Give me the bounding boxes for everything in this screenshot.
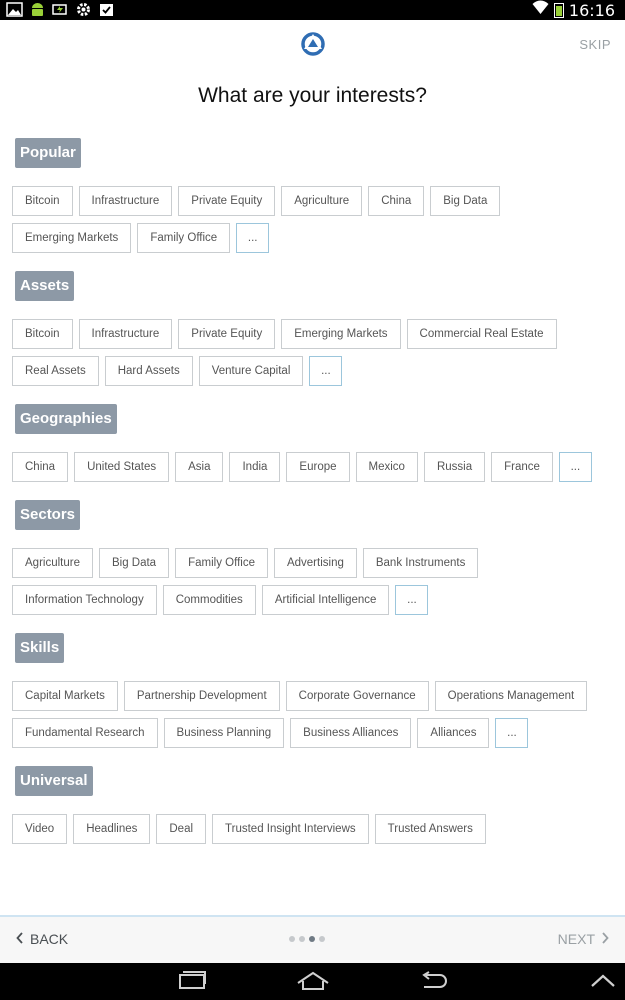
tag-list: Capital Markets Partnership Development Co… xyxy=(12,681,617,748)
section-header: Geographies xyxy=(15,404,117,434)
interest-tag[interactable]: Big Data xyxy=(430,186,501,216)
section-header: Skills xyxy=(15,633,65,663)
interest-tag[interactable]: Information Technology xyxy=(12,585,157,615)
interest-tag[interactable]: Bitcoin xyxy=(12,186,73,216)
page-title: What are your interests? xyxy=(198,84,427,107)
interest-tag[interactable]: Commodities xyxy=(162,585,256,615)
more-tags-button[interactable]: ... xyxy=(495,718,529,748)
interest-tag[interactable]: Agriculture xyxy=(281,186,363,216)
section-skills: Skills Capital Markets Partnership Develop… xyxy=(0,633,625,748)
page-dot xyxy=(299,936,305,942)
more-tags-button[interactable]: ... xyxy=(395,585,429,615)
chevron-right-icon xyxy=(601,931,609,947)
page-dot xyxy=(319,936,325,942)
interest-tag[interactable]: Hard Assets xyxy=(104,356,193,386)
interest-tag[interactable]: Partnership Development xyxy=(123,681,280,711)
more-tags-button[interactable]: ... xyxy=(309,356,343,386)
page-dot xyxy=(289,936,295,942)
interest-tag[interactable]: Russia xyxy=(423,452,486,482)
interest-tag[interactable]: Trusted Insight Interviews xyxy=(212,814,369,844)
interest-tag[interactable]: Corporate Governance xyxy=(285,681,429,711)
section-assets: Assets Bitcoin Infrastructure Private Equit… xyxy=(0,271,625,386)
tag-list: Bitcoin Infrastructure Private Equity Emerg… xyxy=(12,319,617,386)
interest-tag[interactable]: Big Data xyxy=(98,548,170,578)
interest-tag[interactable]: Private Equity xyxy=(178,186,276,216)
interest-tag[interactable]: Family Office xyxy=(175,548,268,578)
interest-tag[interactable]: Real Assets xyxy=(12,356,99,386)
recent-apps-icon[interactable] xyxy=(176,971,208,996)
interest-tag[interactable]: Asia xyxy=(175,452,224,482)
interest-tag[interactable]: Family Office xyxy=(137,223,231,253)
interest-tag[interactable]: Infrastructure xyxy=(78,186,173,216)
section-header: Universal xyxy=(15,766,93,796)
section-sectors: Sectors Agriculture Big Data Family Office A… xyxy=(0,500,625,615)
interest-tag[interactable]: United States xyxy=(74,452,170,482)
interest-tag[interactable]: Capital Markets xyxy=(12,681,118,711)
chevron-up-icon[interactable] xyxy=(590,971,616,996)
page-dot xyxy=(309,936,315,942)
back-label: BACK xyxy=(30,931,69,947)
clipboard-icon xyxy=(98,2,115,17)
image-icon xyxy=(6,2,23,17)
interest-tag[interactable]: Infrastructure xyxy=(78,319,173,349)
interest-tag[interactable]: Bitcoin xyxy=(12,319,73,349)
status-bar: 16:16 xyxy=(0,0,625,20)
interest-tag[interactable]: France xyxy=(491,452,553,482)
chevron-left-icon xyxy=(16,931,24,947)
interest-tag[interactable]: Commercial Real Estate xyxy=(406,319,557,349)
interest-tag[interactable]: Headlines xyxy=(73,814,151,844)
interest-tag[interactable]: Alliances xyxy=(417,718,490,748)
interest-tag[interactable]: Artificial Intelligence xyxy=(261,585,390,615)
interest-tag[interactable]: Emerging Markets xyxy=(12,223,132,253)
app-logo-icon xyxy=(300,31,326,57)
tag-list: Agriculture Big Data Family Office Advertis… xyxy=(12,548,617,615)
interest-tag[interactable]: Private Equity xyxy=(178,319,276,349)
interest-tag[interactable]: Operations Management xyxy=(434,681,588,711)
interest-tag[interactable]: Emerging Markets xyxy=(281,319,401,349)
interest-tag[interactable]: Deal xyxy=(156,814,207,844)
tag-list: Video Headlines Deal Trusted Insight Interv… xyxy=(12,814,617,844)
interests-list[interactable]: Popular Bitcoin Infrastructure Private Equi… xyxy=(0,138,625,915)
interest-tag[interactable]: Bank Instruments xyxy=(362,548,479,578)
section-universal: Universal Video Headlines Deal Trusted Insig… xyxy=(0,766,625,844)
wizard-footer: BACK NEXT xyxy=(0,915,625,963)
next-button[interactable]: NEXT xyxy=(558,931,609,947)
interest-tag[interactable]: China xyxy=(368,186,425,216)
more-tags-button[interactable]: ... xyxy=(558,452,592,482)
gear-icon xyxy=(75,2,92,17)
next-label: NEXT xyxy=(557,931,595,947)
interest-tag[interactable]: Trusted Answers xyxy=(374,814,486,844)
more-tags-button[interactable]: ... xyxy=(236,223,270,253)
section-header: Popular xyxy=(15,138,81,168)
status-time: 16:16 xyxy=(568,0,615,20)
home-icon[interactable] xyxy=(296,971,330,996)
interest-tag[interactable]: Agriculture xyxy=(12,548,93,578)
section-header: Assets xyxy=(15,271,75,301)
page-indicator xyxy=(289,936,325,942)
system-nav-bar xyxy=(0,963,625,1000)
section-popular: Popular Bitcoin Infrastructure Private Equi… xyxy=(0,138,625,253)
interest-tag[interactable]: Venture Capital xyxy=(198,356,304,386)
tag-list: China United States Asia India Europe Mexico R… xyxy=(12,452,617,482)
interest-tag[interactable]: Video xyxy=(12,814,68,844)
skip-button[interactable]: SKIP xyxy=(579,37,611,52)
interest-tag[interactable]: Business Planning xyxy=(163,718,285,748)
interest-tag[interactable]: Advertising xyxy=(273,548,357,578)
battery-charging-icon xyxy=(52,2,69,17)
wifi-icon xyxy=(532,0,549,20)
section-geographies: Geographies China United States Asia India Eu… xyxy=(0,404,625,482)
interest-tag[interactable]: Europe xyxy=(286,452,350,482)
interest-tag[interactable]: Business Alliances xyxy=(290,718,412,748)
section-header: Sectors xyxy=(15,500,81,530)
interest-tag[interactable]: Mexico xyxy=(355,452,418,482)
back-button[interactable]: BACK xyxy=(16,931,68,947)
battery-icon xyxy=(553,2,564,18)
interest-tag[interactable]: India xyxy=(229,452,281,482)
back-nav-icon[interactable] xyxy=(418,971,450,996)
android-icon xyxy=(29,2,46,17)
interest-tag[interactable]: Fundamental Research xyxy=(12,718,158,748)
interest-tag[interactable]: China xyxy=(12,452,69,482)
tag-list: Bitcoin Infrastructure Private Equity Agric… xyxy=(12,186,617,253)
